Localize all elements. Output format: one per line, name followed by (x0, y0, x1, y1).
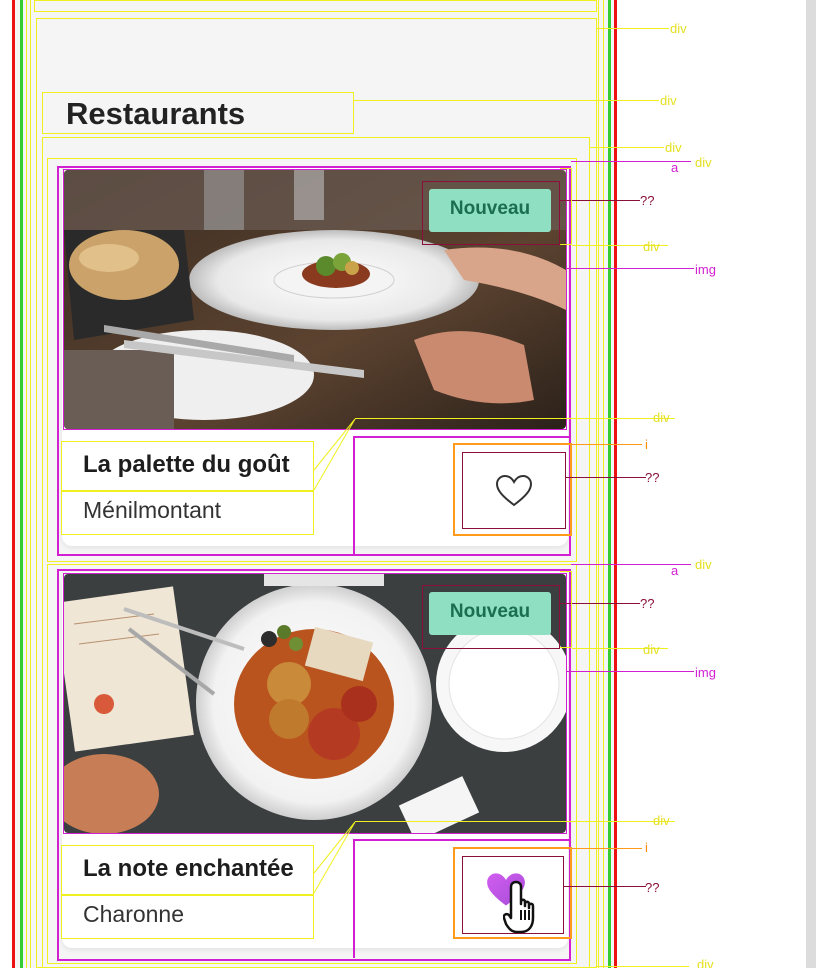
scrollbar-track[interactable] (806, 0, 816, 968)
overlay-guide-left-red (12, 0, 15, 968)
leader-line (590, 147, 664, 148)
overlay-box-info-link (353, 436, 570, 438)
overlay-label-div: div (695, 155, 712, 170)
overlay-box-badge (422, 181, 560, 245)
overlay-label-img: img (695, 665, 716, 680)
overlay-label-img: img (695, 262, 716, 277)
overlay-label-div: div (643, 239, 660, 254)
overlay-connector (313, 821, 356, 958)
restaurant-location: Charonne (83, 901, 185, 927)
overlay-label-a: a (671, 160, 679, 175)
overlay-label-unknown: ?? (645, 880, 660, 895)
restaurant-name-box: La note enchantée (61, 845, 314, 895)
overlay-label-div: div (653, 813, 670, 828)
leader-line (560, 603, 640, 604)
overlay-box-info-link (353, 839, 570, 841)
overlay-label-a: a (671, 563, 679, 578)
leader-line (354, 100, 659, 101)
overlay-label-div: div (643, 642, 660, 657)
leader-line (567, 671, 694, 672)
overlay-label-unknown: ?? (640, 596, 655, 611)
restaurant-name-box: La palette du goût (61, 441, 314, 491)
overlay-box-badge (422, 585, 560, 649)
leader-line (355, 821, 675, 822)
overlay-label-div: div (665, 140, 682, 155)
leader-line (572, 444, 642, 445)
overlay-label-i: i (645, 437, 648, 452)
leader-line (567, 268, 694, 269)
restaurant-location: Ménilmontant (83, 497, 222, 523)
overlay-connector (313, 418, 356, 555)
hand-pointer-icon (503, 880, 535, 934)
overlay-guide-right-yellow-2 (603, 0, 604, 968)
overlay-label-div: div (653, 410, 670, 425)
restaurant-location-box: Ménilmontant (61, 491, 314, 535)
overlay-box-previous-section (34, 0, 597, 12)
overlay-guide-left-yellow-2 (30, 0, 31, 968)
overlay-guide-right-green (608, 0, 611, 968)
leader-line (564, 886, 646, 887)
overlay-label-unknown: ?? (645, 470, 660, 485)
page-title: Restaurants (42, 92, 354, 134)
favorite-button[interactable] (462, 452, 566, 529)
overlay-guide-left-green (20, 0, 23, 968)
overlay-label-i: i (645, 840, 648, 855)
restaurant-location-box: Charonne (61, 895, 314, 939)
leader-line (355, 418, 675, 419)
leader-line (597, 28, 669, 29)
page-title-text: Restaurants (66, 96, 246, 131)
overlay-label-unknown: ?? (640, 193, 655, 208)
overlay-guide-right-yellow (598, 0, 599, 968)
overlay-label-div: div (695, 557, 712, 572)
overlay-label-div: div (697, 958, 714, 968)
restaurant-name: La palette du goût (83, 451, 290, 478)
overlay-guide-right-red (614, 0, 617, 968)
heart-outline-icon (496, 474, 532, 506)
leader-line (566, 477, 646, 478)
leader-line (572, 848, 642, 849)
overlay-box-badge-wrapper (560, 168, 572, 245)
overlay-guide-left-yellow (26, 0, 27, 968)
overlay-box-badge-wrapper (560, 571, 572, 648)
leader-line (597, 966, 689, 967)
overlay-label-div: div (660, 93, 677, 108)
overlay-label-div: div (670, 21, 687, 36)
leader-line (560, 200, 640, 201)
restaurant-name: La note enchantée (83, 855, 294, 882)
